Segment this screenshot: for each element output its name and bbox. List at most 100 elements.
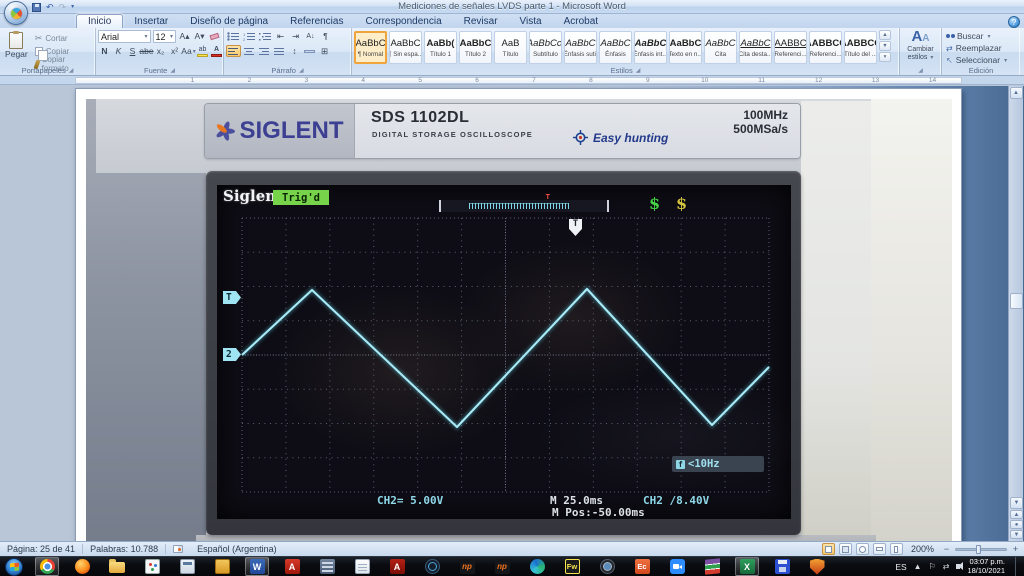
horizontal-ruler[interactable]: 1234567891011121314 <box>0 76 1024 85</box>
page-indicator[interactable]: Página: 25 de 41 <box>0 542 82 556</box>
style-titulo-del-libro[interactable]: AABBCCTítulo del ... <box>844 31 877 64</box>
style-referencia-intensa[interactable]: AABBCCReferenci... <box>809 31 842 64</box>
cut-button[interactable]: ✂Cortar <box>34 32 93 44</box>
taskbar-fireworks[interactable]: Fw <box>560 557 584 576</box>
help-icon[interactable]: ? <box>1008 16 1020 28</box>
style-titulo-1[interactable]: AaBb(Título 1 <box>424 31 457 64</box>
save-icon[interactable] <box>32 3 41 12</box>
justify-button[interactable] <box>273 45 286 57</box>
outline-view-button[interactable] <box>873 543 886 555</box>
taskbar-np-app-2[interactable]: np <box>490 557 514 576</box>
tab-revisar[interactable]: Revisar <box>453 14 509 28</box>
style-enfasis[interactable]: AaBbCÉnfasis <box>599 31 632 64</box>
dialog-launcher-icon[interactable]: ◢ <box>299 67 304 74</box>
taskbar-sticky-notes[interactable] <box>210 557 234 576</box>
italic-button[interactable]: K <box>112 45 125 57</box>
style-titulo[interactable]: AaBTítulo <box>494 31 527 64</box>
qat-dropdown-icon[interactable]: ▾ <box>71 2 74 12</box>
tab-referencias[interactable]: Referencias <box>279 14 354 28</box>
shading-button[interactable] <box>303 45 316 57</box>
undo-icon[interactable]: ↶ <box>46 2 54 12</box>
style-referencia-sutil[interactable]: AABBCReferenci... <box>774 31 807 64</box>
tab-acrobat[interactable]: Acrobat <box>553 14 609 28</box>
decrease-indent-button[interactable]: ⇤ <box>274 30 287 42</box>
taskbar-chrome[interactable] <box>35 557 59 576</box>
dialog-launcher-icon[interactable]: ◢ <box>918 67 923 74</box>
taskbar-ec-app[interactable]: Ec <box>630 557 654 576</box>
font-color-button[interactable]: A <box>210 45 223 57</box>
next-page-icon[interactable]: ▼ <box>1010 530 1023 539</box>
grow-font-button[interactable]: A▴ <box>178 30 191 42</box>
paste-button[interactable]: Pegar <box>2 30 31 64</box>
style-titulo-2[interactable]: AaBbCTítulo 2 <box>459 31 492 64</box>
redo-icon[interactable]: ↷ <box>59 2 67 12</box>
bold-button[interactable]: N <box>98 45 111 57</box>
tab-diseno-de-pagina[interactable]: Diseño de página <box>179 14 279 28</box>
font-name-combo[interactable]: Arial▾ <box>98 30 151 43</box>
taskbar-winrar[interactable] <box>700 557 724 576</box>
fullscreen-view-button[interactable] <box>839 543 852 555</box>
tab-correspondencia[interactable]: Correspondencia <box>354 14 452 28</box>
change-styles-button[interactable]: AA Cambiar estilos ▾ <box>902 30 939 62</box>
borders-button[interactable]: ⊞ <box>318 45 331 57</box>
font-size-combo[interactable]: 12▾ <box>153 30 176 43</box>
sort-button[interactable]: A↓ <box>304 30 317 42</box>
align-left-button[interactable] <box>226 45 241 57</box>
highlight-button[interactable]: ab <box>196 45 209 57</box>
web-layout-view-button[interactable] <box>856 543 869 555</box>
line-spacing-button[interactable]: ↕ <box>288 45 301 57</box>
style-cita-destacada[interactable]: AaBbCCita desta... <box>739 31 772 64</box>
vertical-scrollbar[interactable]: ▲ ▼ ▲ ● ▼ <box>1008 86 1023 541</box>
strikethrough-button[interactable]: abe <box>140 45 153 57</box>
taskbar-adobe-reader[interactable]: A <box>385 557 409 576</box>
taskbar-np-app-1[interactable]: np <box>455 557 479 576</box>
replace-button[interactable]: ⇄Reemplazar <box>944 42 1018 54</box>
styles-scroll-down-icon[interactable]: ▼ <box>879 41 891 51</box>
taskbar-notepad[interactable] <box>350 557 374 576</box>
dialog-launcher-icon[interactable]: ◢ <box>636 67 641 74</box>
document-page[interactable]: SIGLENT SDS 1102DL DIGITAL STORAGE OSCIL… <box>75 88 962 541</box>
zoom-out-icon[interactable]: − <box>942 544 951 554</box>
start-button[interactable] <box>5 558 23 576</box>
underline-button[interactable]: S <box>126 45 139 57</box>
subscript-button[interactable]: x₂ <box>154 45 167 57</box>
taskbar-calculator[interactable] <box>175 557 199 576</box>
taskbar-zoom[interactable] <box>665 557 689 576</box>
align-right-button[interactable] <box>258 45 271 57</box>
dialog-launcher-icon[interactable]: ◢ <box>170 67 175 74</box>
language-tray-indicator[interactable]: ES <box>895 562 906 572</box>
style-texto-en-negrita[interactable]: AaBbCTexto en n... <box>669 31 702 64</box>
taskbar-file-explorer[interactable] <box>105 557 129 576</box>
taskbar-excel[interactable]: X <box>735 557 759 576</box>
taskbar-firefox[interactable] <box>70 557 94 576</box>
action-center-flag-icon[interactable]: ⚐ <box>929 562 936 571</box>
language-indicator[interactable]: Español (Argentina) <box>190 542 284 556</box>
increase-indent-button[interactable]: ⇥ <box>289 30 302 42</box>
bullets-button[interactable] <box>226 30 240 42</box>
taskbar-backup-app[interactable] <box>770 557 794 576</box>
word-count[interactable]: Palabras: 10.788 <box>83 542 165 556</box>
style-enfasis-sutil[interactable]: AaBbCÉnfasis sutil <box>564 31 597 64</box>
browse-object-icon[interactable]: ● <box>1010 520 1023 529</box>
numbering-button[interactable]: 12 <box>242 30 256 42</box>
clear-formatting-button[interactable] <box>208 30 221 42</box>
zoom-slider-thumb[interactable] <box>976 545 981 554</box>
zoom-level[interactable]: 200% <box>907 544 938 554</box>
tab-vista[interactable]: Vista <box>509 14 553 28</box>
style-enfasis-intenso[interactable]: AaBbCÉnfasis int... <box>634 31 667 64</box>
superscript-button[interactable]: x² <box>168 45 181 57</box>
show-desktop-button[interactable] <box>1015 557 1022 576</box>
taskbar-database-app[interactable] <box>315 557 339 576</box>
network-icon[interactable]: ⇄ <box>943 562 950 571</box>
taskbar-antivirus[interactable] <box>805 557 829 576</box>
print-layout-view-button[interactable] <box>822 543 835 555</box>
zoom-in-icon[interactable]: + <box>1011 544 1020 554</box>
align-center-button[interactable] <box>243 45 256 57</box>
hidden-icons-chevron-icon[interactable]: ▲ <box>914 562 922 571</box>
office-button[interactable] <box>4 1 28 25</box>
tab-insertar[interactable]: Insertar <box>123 14 179 28</box>
taskbar-camera-app[interactable] <box>595 557 619 576</box>
styles-scroll-up-icon[interactable]: ▲ <box>879 30 891 40</box>
proofing-status[interactable] <box>166 542 190 556</box>
multilevel-list-button[interactable] <box>258 30 272 42</box>
